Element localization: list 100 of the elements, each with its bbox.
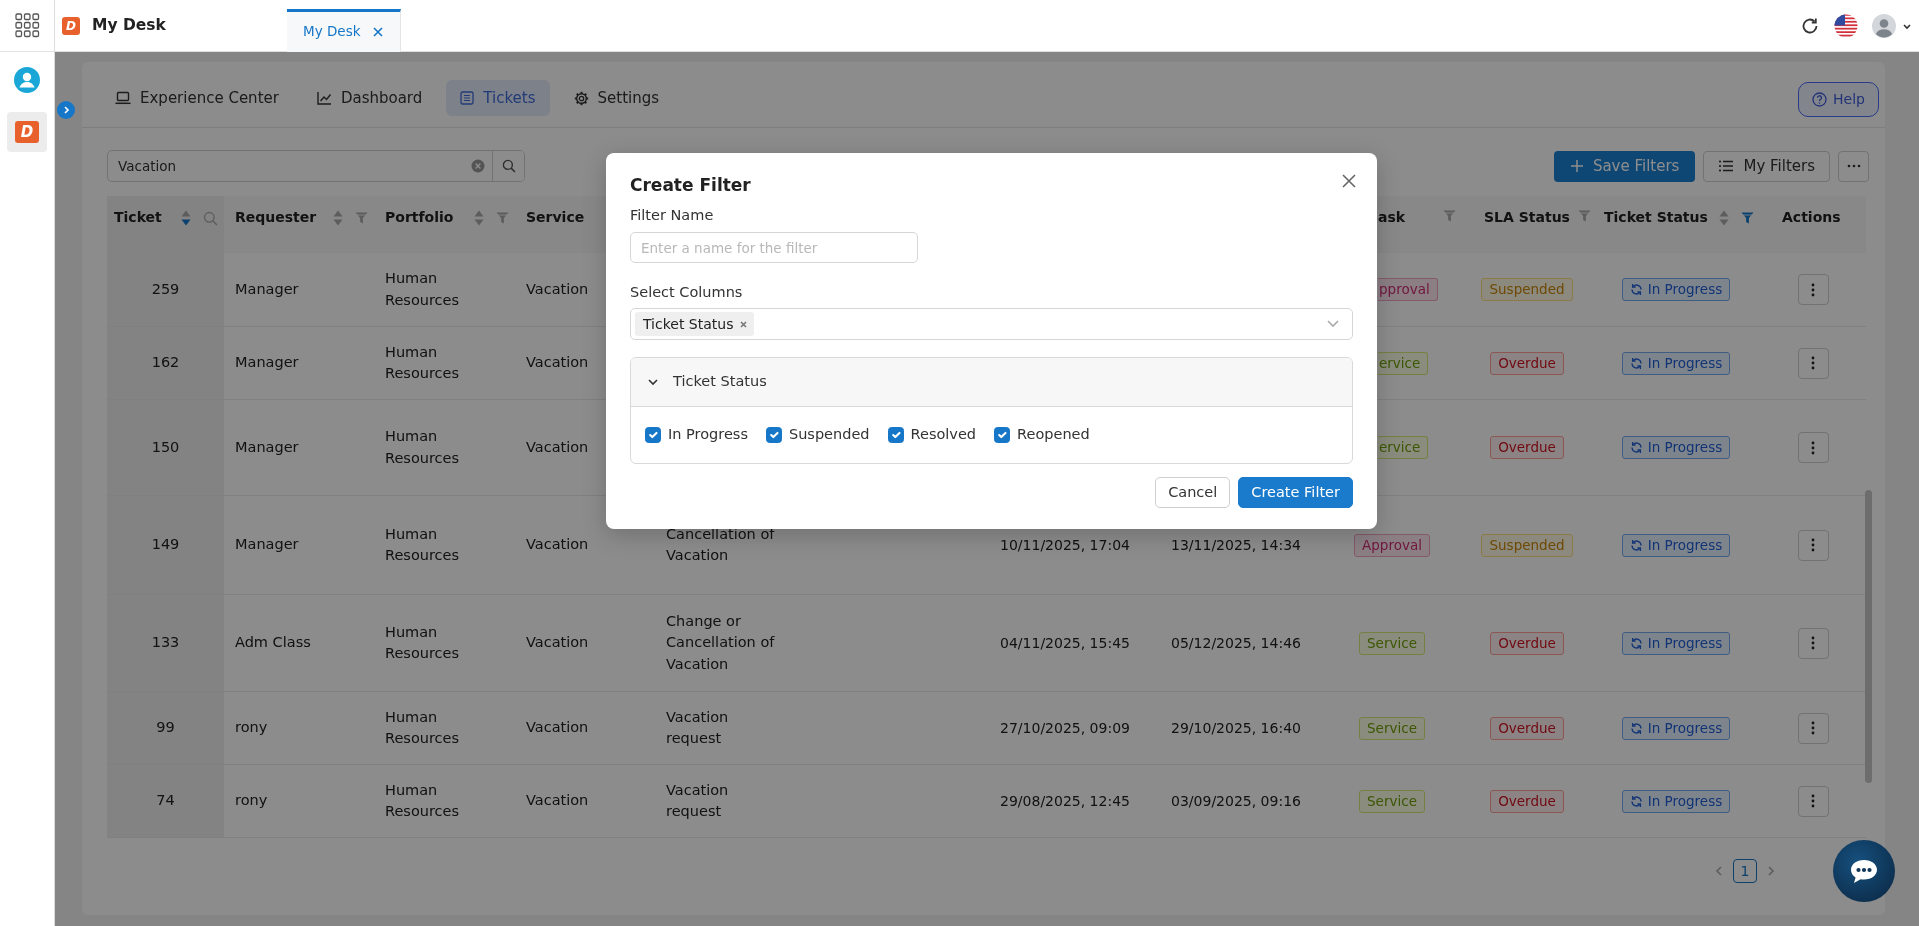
search-icon[interactable] — [203, 210, 218, 226]
table-cell-text: rony — [235, 791, 268, 811]
create-button[interactable]: Create Filter — [1238, 477, 1353, 508]
checkbox[interactable] — [645, 427, 661, 443]
table-cell-text: 03/09/2025, 09:16 — [1171, 791, 1301, 811]
scrollbar[interactable] — [1865, 490, 1872, 783]
checkbox[interactable] — [765, 427, 782, 443]
chart-icon — [316, 91, 332, 105]
sort-icon[interactable] — [333, 210, 343, 226]
close-button[interactable] — [1341, 173, 1357, 189]
search-button[interactable] — [492, 151, 524, 181]
actions-button[interactable] — [1797, 785, 1829, 817]
table-cell: 74 — [107, 765, 224, 837]
status-text: In Progress — [1647, 280, 1723, 300]
column-header: Ticket — [114, 208, 162, 227]
close-icon[interactable] — [372, 25, 385, 38]
option-label: Reopened — [1017, 425, 1090, 445]
actions-button[interactable] — [1797, 627, 1829, 659]
page-button[interactable]: 1 — [1733, 859, 1757, 883]
filter-icon[interactable] — [496, 212, 509, 224]
column-header: Actions — [1782, 208, 1841, 227]
app-title: My Desk — [92, 14, 167, 36]
status-text: In Progress — [1647, 535, 1723, 555]
table-cell-text: Manager — [235, 535, 299, 555]
chevron-icon — [61, 105, 71, 115]
actions-button[interactable] — [1797, 712, 1829, 744]
table-cell-text: Human Resources — [385, 781, 461, 821]
save-filters-button[interactable]: Save Filters — [1553, 150, 1696, 182]
sync-icon — [1629, 283, 1643, 296]
column-select[interactable]: Ticket Status — [630, 308, 1353, 340]
table-cell-text: Vacation request — [666, 708, 730, 748]
cancel-button[interactable]: Cancel — [1155, 477, 1231, 508]
nav-tab[interactable]: Tickets — [446, 80, 550, 116]
filter-name-field[interactable]: Enter a name for the filter — [630, 232, 918, 263]
table-cell: 99 — [107, 692, 224, 764]
table-cell-text: Human Resources — [385, 708, 461, 748]
next-page-button[interactable] — [1765, 865, 1777, 877]
my-filters-button[interactable]: My Filters — [1703, 150, 1830, 182]
flag-icon[interactable] — [1834, 13, 1858, 38]
actions-button[interactable] — [1797, 432, 1829, 463]
table-cell-text: Manager — [235, 279, 299, 299]
clear-icon[interactable] — [471, 159, 485, 173]
nav-tab[interactable]: Dashboard — [302, 80, 437, 116]
table-cell-text: Vacation — [526, 437, 589, 457]
app-logo: D — [62, 16, 80, 35]
avatar-icon[interactable] — [1872, 13, 1896, 38]
filter-icon[interactable] — [1443, 210, 1456, 222]
nav-tab[interactable]: Experience Center — [101, 80, 293, 116]
more-icon — [1846, 164, 1861, 168]
sort-icon[interactable] — [1719, 210, 1729, 226]
table-cell-text: Human Resources — [385, 269, 461, 310]
sort-icon[interactable] — [181, 210, 191, 226]
checkbox[interactable] — [994, 427, 1011, 443]
table-cell-text: Vacation — [526, 353, 589, 373]
sort-icon[interactable] — [474, 210, 484, 226]
apps-icon[interactable] — [14, 13, 40, 38]
column-header: SLA Status — [1484, 208, 1570, 227]
task-tag: ervice — [1378, 351, 1429, 375]
search-field[interactable]: Vacation — [108, 151, 471, 181]
table-cell: 259 — [107, 253, 224, 326]
search-icon[interactable] — [501, 159, 516, 173]
actions-button[interactable] — [1797, 529, 1829, 561]
list-icon — [1718, 159, 1735, 173]
table-cell: 162 — [107, 327, 224, 399]
dialog-title: Create Filter — [630, 174, 751, 197]
gear-icon — [573, 90, 589, 106]
chat-icon — [1849, 858, 1879, 884]
table-cell-text: Human Resources — [385, 525, 461, 565]
help-button[interactable]: Help — [1798, 82, 1879, 117]
table-cell-text: 10/11/2025, 17:04 — [1000, 535, 1130, 555]
task-tag: pproval — [1378, 278, 1438, 301]
search-box[interactable]: Vacation — [107, 150, 525, 182]
rail-app-item[interactable]: D — [7, 112, 47, 152]
table-cell-text: 29/10/2025, 16:40 — [1171, 718, 1301, 738]
table-cell-text: Vacation — [526, 633, 589, 653]
task-tag: Service — [1359, 631, 1425, 655]
filter-icon[interactable] — [1577, 210, 1591, 222]
previous-page-button[interactable] — [1713, 865, 1725, 877]
window-tab[interactable]: My Desk — [287, 8, 402, 52]
actions-button[interactable] — [1797, 274, 1829, 305]
actions-button[interactable] — [1797, 347, 1829, 379]
list-icon — [460, 91, 475, 105]
field-label: Select Columns — [630, 283, 744, 302]
status-text: In Progress — [1647, 438, 1723, 458]
column-header: ask — [1378, 208, 1406, 227]
task-tag: ervice — [1378, 436, 1429, 459]
user-icon[interactable] — [14, 67, 40, 93]
section-toggle[interactable]: Ticket Status — [631, 358, 1352, 407]
filter-icon[interactable] — [1741, 212, 1754, 224]
status-text: In Progress — [1647, 718, 1723, 738]
column-header: Requester — [235, 208, 317, 227]
task-tag: Approval — [1354, 533, 1430, 557]
sync-icon — [1629, 636, 1643, 650]
nav-tab[interactable]: Settings — [559, 80, 674, 116]
remove-icon[interactable] — [739, 319, 749, 329]
filter-icon[interactable] — [355, 212, 368, 224]
kebab-icon — [1811, 356, 1815, 370]
more-button[interactable] — [1838, 150, 1869, 182]
checkbox[interactable] — [887, 427, 904, 443]
table-cell-text: Human Resources — [385, 623, 461, 663]
